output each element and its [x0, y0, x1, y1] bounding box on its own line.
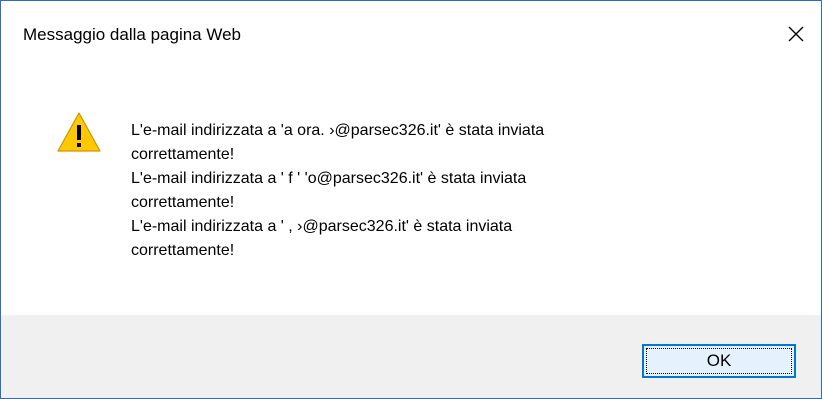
- message-dialog: Messaggio dalla pagina Web L'e-mail indi…: [0, 0, 822, 399]
- message-line: L'e-mail indirizzata a ' , ›@parsec326.i…: [131, 218, 513, 235]
- ok-button-label: OK: [706, 351, 732, 370]
- ok-button[interactable]: OK: [642, 344, 796, 378]
- dialog-content: L'e-mail indirizzata a 'a ora. ›@parsec3…: [1, 53, 821, 315]
- close-icon: [788, 26, 804, 42]
- message-line: correttamente!: [131, 194, 235, 211]
- button-bar: OK: [1, 315, 821, 398]
- message-text: L'e-mail indirizzata a 'a ora. ›@parsec3…: [131, 119, 791, 263]
- dialog-title: Messaggio dalla pagina Web: [23, 25, 241, 44]
- warning-icon: [57, 112, 101, 152]
- close-button[interactable]: [779, 19, 813, 49]
- message-line: correttamente!: [131, 146, 235, 163]
- message-line: L'e-mail indirizzata a ' f ' 'o@parsec32…: [131, 170, 527, 187]
- message-line: correttamente!: [131, 242, 235, 259]
- title-bar[interactable]: Messaggio dalla pagina Web: [1, 1, 821, 53]
- message-line: L'e-mail indirizzata a 'a ora. ›@parsec3…: [131, 122, 545, 139]
